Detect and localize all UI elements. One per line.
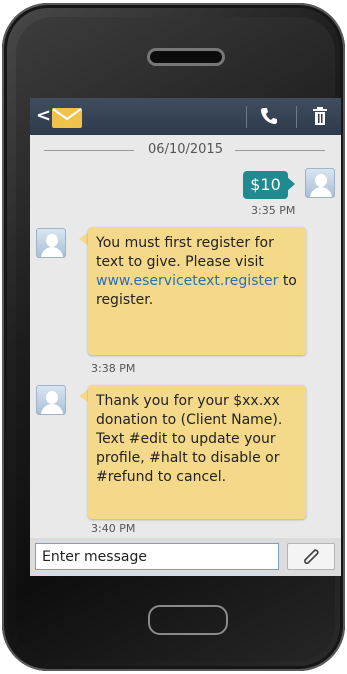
attach-button[interactable]: [287, 543, 335, 570]
paperclip-icon: [304, 549, 319, 564]
phone-icon[interactable]: [260, 107, 278, 125]
message-time: 3:35 PM: [251, 204, 296, 217]
sender-avatar: [305, 168, 335, 198]
envelope-icon: [52, 108, 82, 128]
message-text: You must first register for text to give…: [96, 235, 274, 270]
speaker-grille: [147, 48, 225, 66]
outgoing-message-bubble: $10: [243, 171, 288, 199]
date-separator: 06/10/2015: [30, 138, 341, 162]
contact-avatar: [36, 228, 66, 258]
trash-icon[interactable]: [312, 107, 328, 125]
incoming-message-bubble: You must first register for text to give…: [88, 227, 306, 355]
message-text: Thank you for your $xx.xx donation to (C…: [96, 393, 283, 485]
register-link[interactable]: www.eservicetext.register: [96, 273, 278, 289]
message-time: 3:40 PM: [91, 522, 136, 535]
back-button[interactable]: <: [36, 105, 51, 126]
divider: [246, 106, 247, 128]
conversation-date: 06/10/2015: [142, 142, 229, 157]
incoming-message-bubble: Thank you for your $xx.xx donation to (C…: [88, 385, 306, 519]
contact-avatar: [36, 385, 66, 415]
message-time: 3:38 PM: [91, 362, 136, 375]
composer-bar: [30, 538, 341, 576]
messaging-screen: < 06/10/2015 $10 3:35 PM You must first …: [30, 98, 341, 576]
bubble-tail: [286, 176, 295, 192]
home-button[interactable]: [148, 605, 228, 635]
message-input[interactable]: [35, 543, 279, 570]
top-bar: <: [30, 98, 341, 135]
divider: [296, 106, 297, 128]
